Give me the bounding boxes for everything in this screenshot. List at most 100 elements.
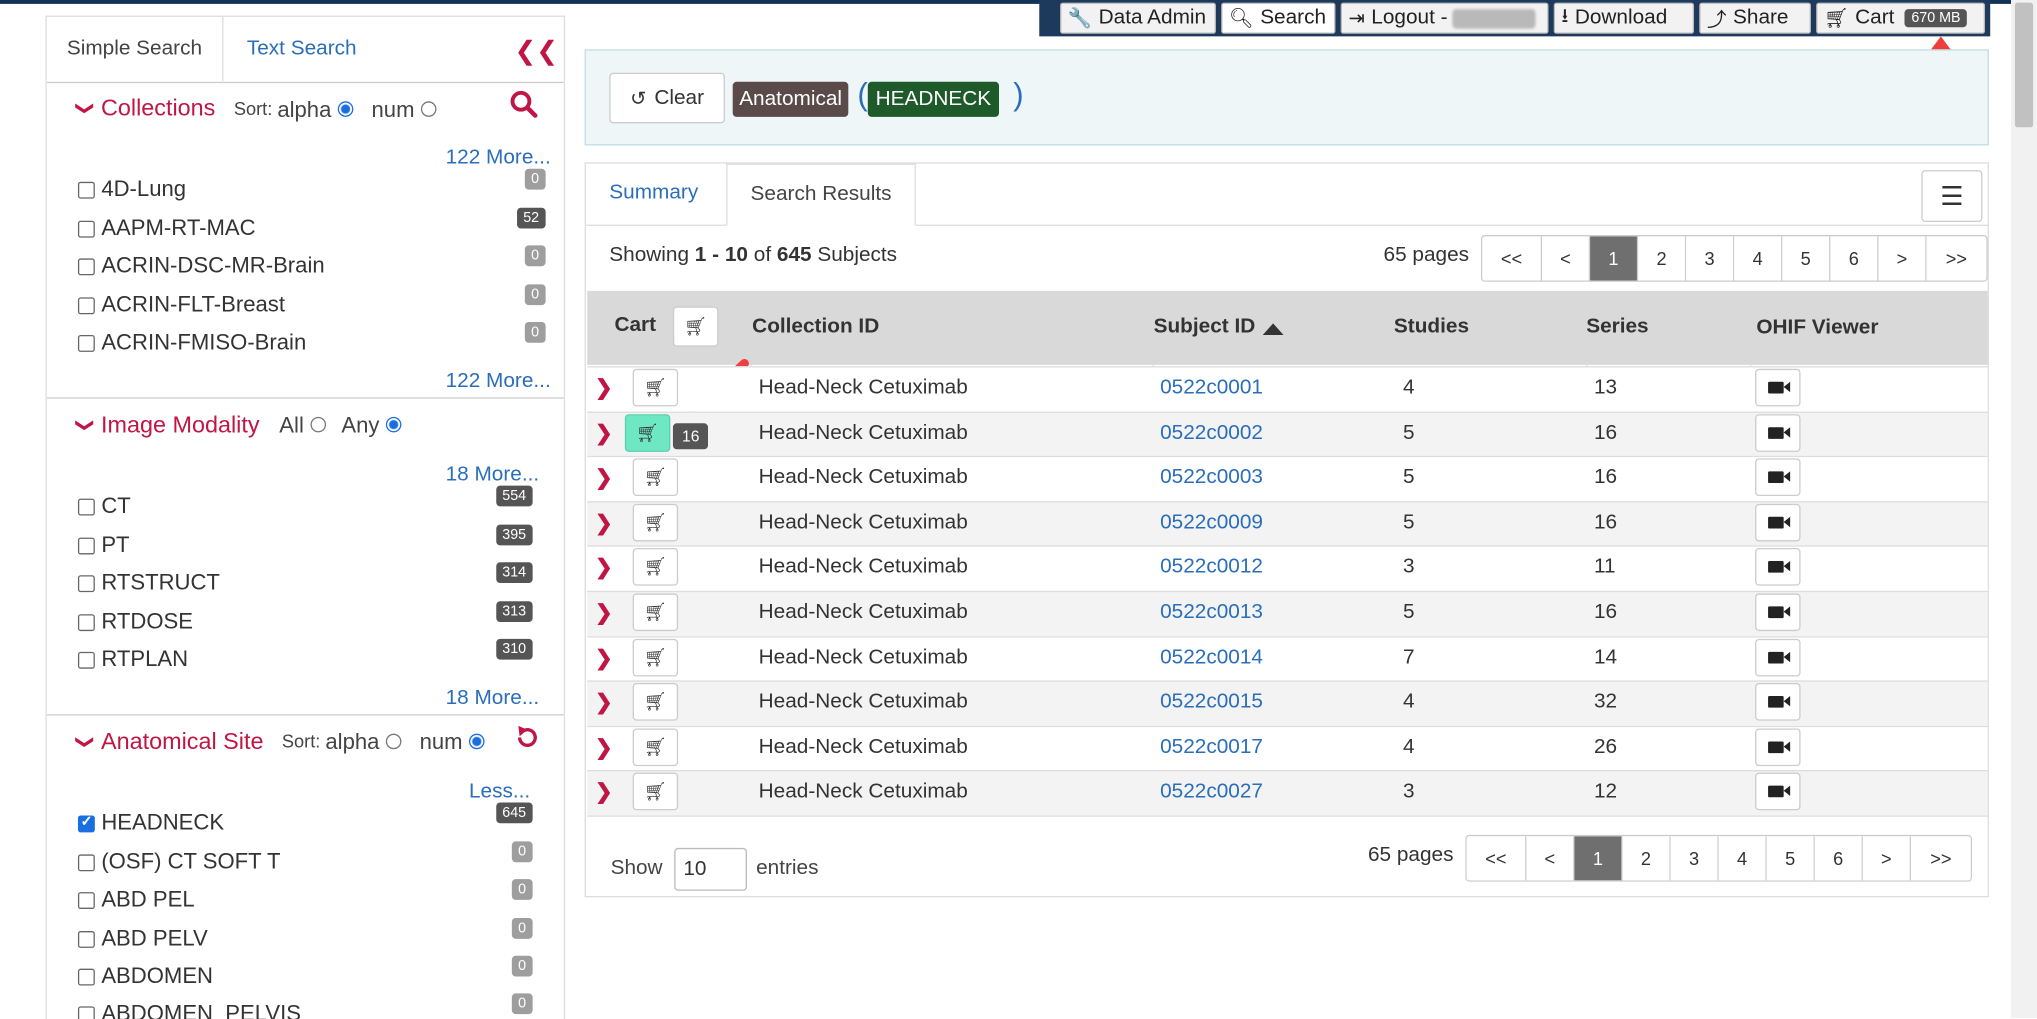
modality-more-link[interactable]: 18 More...	[446, 687, 540, 710]
anatomical-item[interactable]: (OSF) CT SOFT T 0	[77, 841, 533, 878]
page-6[interactable]: 6	[1830, 236, 1879, 281]
expand-row-chevron-icon[interactable]: ❯	[595, 375, 612, 401]
add-to-cart-button[interactable]: 🛒︎	[632, 683, 679, 721]
page-prev[interactable]: <	[1526, 836, 1575, 881]
scrollbar-thumb[interactable]	[2014, 2, 2034, 128]
tab-text-search[interactable]: Text Search	[247, 17, 357, 82]
collections-facet-toggle[interactable]: ❯ Collections	[76, 95, 216, 122]
tab-search-results[interactable]: Search Results	[726, 163, 916, 226]
sort-alpha-radio[interactable]	[385, 733, 402, 749]
page-2[interactable]: 2	[1638, 236, 1687, 281]
modality-item[interactable]: RTPLAN 310	[77, 638, 533, 675]
expand-row-chevron-icon[interactable]: ❯	[595, 645, 612, 671]
anatomical-item[interactable]: ABD PEL 0	[77, 879, 533, 915]
add-to-cart-button[interactable]: 🛒︎	[632, 593, 679, 632]
menu-button[interactable]: ☰	[1921, 170, 1983, 223]
page-1[interactable]: 1	[1590, 236, 1639, 281]
anatomical-item[interactable]: ABDOMEN_PELVIS 0	[77, 993, 533, 1019]
collection-item[interactable]: AAPM-RT-MAC 52	[77, 207, 546, 244]
expand-row-chevron-icon[interactable]: ❯	[595, 690, 612, 716]
add-to-cart-button[interactable]: 🛒︎	[632, 638, 679, 676]
checkbox[interactable]	[77, 613, 95, 631]
collections-more-link[interactable]: 122 More...	[446, 147, 551, 170]
subject-id-link[interactable]: 0522c0027	[1160, 781, 1263, 804]
expand-row-chevron-icon[interactable]: ❯	[595, 735, 612, 761]
ohif-viewer-button[interactable]	[1755, 728, 1801, 766]
anatomical-less-link[interactable]: Less...	[469, 780, 530, 803]
subject-id-link[interactable]: 0522c0013	[1160, 601, 1263, 624]
col-series[interactable]: Series	[1586, 316, 1648, 339]
checkbox[interactable]	[77, 891, 95, 909]
checkbox[interactable]	[77, 296, 95, 314]
page-3[interactable]: 3	[1686, 236, 1735, 281]
collection-item[interactable]: ACRIN-FLT-Breast 0	[77, 284, 546, 321]
col-subject-id[interactable]: Subject ID	[1154, 316, 1256, 339]
collection-item[interactable]: 4D-Lung 0	[77, 168, 546, 205]
page-next[interactable]: >	[1878, 236, 1927, 281]
page-last[interactable]: >>	[1926, 236, 1987, 281]
page-first[interactable]: <<	[1482, 236, 1543, 281]
subject-id-link[interactable]: 0522c0002	[1160, 421, 1263, 444]
tab-simple-search[interactable]: Simple Search	[46, 16, 224, 82]
modality-item[interactable]: PT 395	[77, 524, 533, 561]
reset-icon[interactable]	[514, 725, 540, 751]
tab-summary[interactable]: Summary	[609, 182, 698, 205]
query-value-chip[interactable]: HEADNECK	[867, 81, 999, 117]
expand-row-chevron-icon[interactable]: ❯	[595, 600, 612, 626]
search-icon[interactable]	[509, 90, 538, 121]
remove-from-cart-button[interactable]: 🛒︎	[624, 413, 671, 452]
expand-row-chevron-icon[interactable]: ❯	[595, 465, 612, 491]
checkbox[interactable]	[77, 220, 95, 237]
page-4[interactable]: 4	[1734, 236, 1783, 281]
subject-id-link[interactable]: 0522c0012	[1160, 556, 1263, 579]
add-to-cart-button[interactable]: 🛒︎	[632, 773, 679, 811]
modality-item[interactable]: RTDOSE 313	[77, 601, 533, 637]
subject-id-link[interactable]: 0522c0009	[1160, 511, 1263, 534]
ohif-viewer-button[interactable]	[1755, 503, 1801, 542]
anatomical-item[interactable]: HEADNECK 645	[77, 802, 533, 839]
checkbox[interactable]	[77, 181, 95, 199]
add-to-cart-button[interactable]: 🛒︎	[632, 368, 679, 407]
checkbox-checked[interactable]	[77, 812, 95, 832]
ohif-viewer-button[interactable]	[1755, 458, 1801, 497]
anatomical-item[interactable]: ABD PELV 0	[77, 918, 533, 954]
page-6[interactable]: 6	[1814, 836, 1863, 881]
add-to-cart-button[interactable]: 🛒︎	[632, 548, 679, 587]
anatomical-facet-toggle[interactable]: ❯ Anatomical Site	[76, 728, 264, 755]
ohif-viewer-button[interactable]	[1755, 683, 1801, 721]
expand-row-chevron-icon[interactable]: ❯	[595, 555, 612, 581]
add-all-to-cart-button[interactable]: 🛒︎	[672, 306, 719, 347]
subject-id-link[interactable]: 0522c0003	[1160, 466, 1263, 489]
ohif-viewer-button[interactable]	[1755, 593, 1801, 632]
checkbox[interactable]	[77, 930, 95, 948]
add-to-cart-button[interactable]: 🛒︎	[632, 728, 679, 766]
subject-id-link[interactable]: 0522c0014	[1160, 646, 1263, 669]
ohif-viewer-button[interactable]	[1755, 773, 1801, 811]
subject-id-link[interactable]: 0522c0017	[1160, 736, 1263, 759]
expand-row-chevron-icon[interactable]: ❯	[595, 780, 612, 806]
page-prev[interactable]: <	[1542, 236, 1591, 281]
col-collection-id[interactable]: Collection ID	[752, 316, 879, 339]
ohif-viewer-button[interactable]	[1755, 548, 1801, 587]
collections-more-link[interactable]: 122 More...	[446, 370, 551, 393]
page-1[interactable]: 1	[1574, 836, 1623, 881]
page-2[interactable]: 2	[1622, 836, 1671, 881]
modality-item[interactable]: RTSTRUCT 314	[77, 562, 533, 598]
ohif-viewer-button[interactable]	[1755, 368, 1801, 407]
modality-item[interactable]: CT 554	[77, 485, 533, 522]
page-next[interactable]: >	[1862, 836, 1911, 881]
share-button[interactable]: ⤴ Share	[1699, 2, 1811, 34]
sort-num-radio[interactable]	[469, 733, 485, 749]
data-admin-button[interactable]: 🔧 Data Admin	[1060, 2, 1216, 34]
subject-id-link[interactable]: 0522c0001	[1160, 377, 1263, 400]
add-to-cart-button[interactable]: 🛒︎	[632, 458, 679, 497]
match-all-radio[interactable]	[310, 416, 326, 432]
page-last[interactable]: >>	[1910, 836, 1971, 881]
col-studies[interactable]: Studies	[1394, 316, 1469, 339]
search-nav-button[interactable]: 🔍︎ Search	[1221, 2, 1336, 34]
checkbox[interactable]	[77, 1005, 95, 1019]
page-3[interactable]: 3	[1670, 836, 1719, 881]
checkbox[interactable]	[77, 651, 95, 669]
add-to-cart-button[interactable]: 🛒︎	[632, 503, 679, 542]
anatomical-item[interactable]: ABDOMEN 0	[77, 955, 533, 992]
